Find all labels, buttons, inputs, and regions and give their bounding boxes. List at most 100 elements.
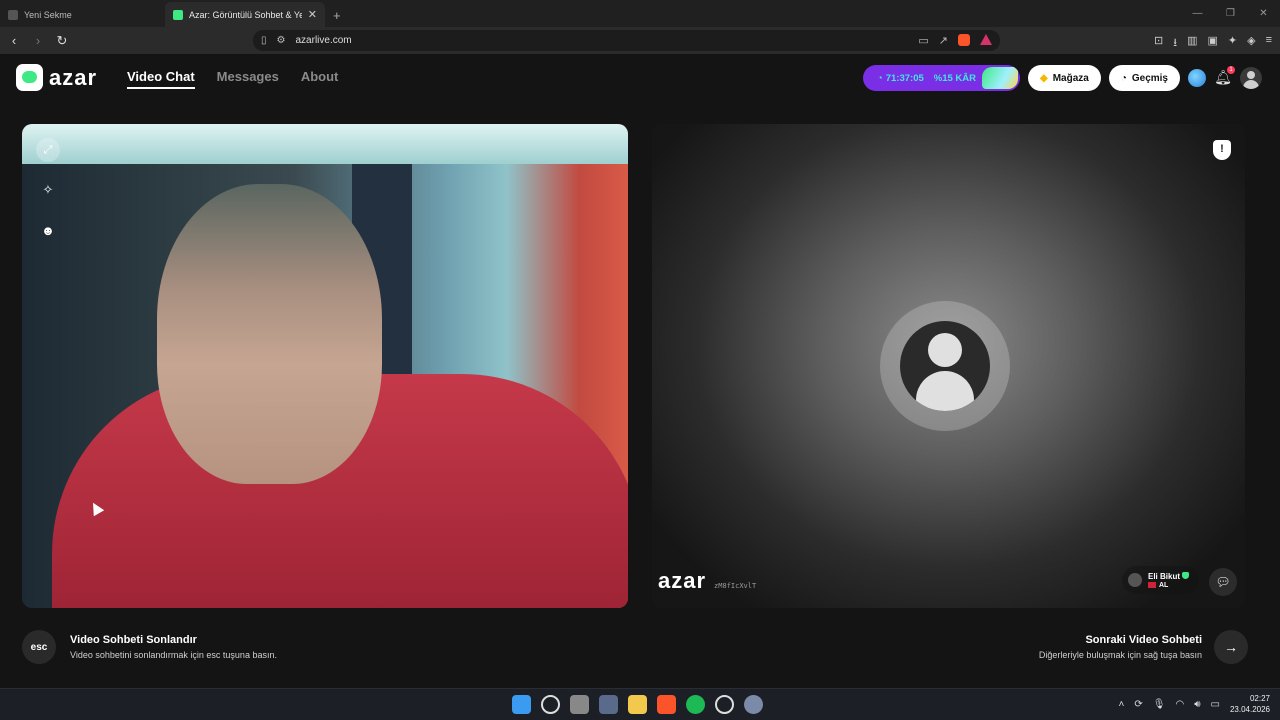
tab-title: Azar: Görüntülü Sohbet & Yer (189, 9, 302, 20)
gem-icon (981, 67, 1018, 89)
browser-toolbar: ‹ › ↻ ▯ ⚙ azarlive.com ▭ ↗ ⊡ ⭳ ▥ ▣ ✦ ◈ ≡ (0, 27, 1280, 54)
notification-bell-icon[interactable]: 🔔︎ 1 (1214, 66, 1235, 87)
reload-icon[interactable]: ↻ (52, 33, 72, 49)
next-chat-control: Sonraki Video Sohbeti Diğerleriyle buluş… (1039, 630, 1248, 664)
promo-timer: 71:37:05 (885, 72, 924, 84)
address-bar-actions: ▭ ↗ (918, 34, 992, 47)
notification-badge: 1 (1227, 66, 1235, 74)
battery-icon[interactable]: ▭ (1211, 699, 1220, 710)
store-label: Mağaza (1052, 72, 1089, 84)
volume-icon[interactable]: 🔊︎ (1194, 699, 1200, 710)
chat-bubble-icon[interactable]: 💬︎ (1209, 568, 1237, 596)
next-chat-hint: Diğerleriyle buluşmak için sağ tuşa bası… (1038, 650, 1202, 660)
magic-wand-icon[interactable]: ✧ (36, 178, 60, 202)
bookmark-icon[interactable]: ▯ (261, 35, 267, 46)
chevron-up-icon[interactable]: ˄ (1119, 699, 1125, 710)
wallet-icon[interactable]: ▣ (1207, 34, 1217, 53)
task-view-icon[interactable] (570, 695, 589, 714)
brave-rewards-icon[interactable] (980, 34, 992, 45)
history-button[interactable]: ◔ Geçmiş (1108, 65, 1180, 91)
store-button[interactable]: ◆ Mağaza (1027, 65, 1101, 91)
video-frame-subject (157, 184, 382, 484)
nav-about[interactable]: About (301, 69, 339, 89)
profile-avatar[interactable] (1240, 67, 1262, 89)
esc-button[interactable]: esc (22, 630, 56, 664)
file-explorer-icon[interactable] (628, 695, 647, 714)
sidebar-icon[interactable]: ▥ (1187, 34, 1197, 53)
address-bar[interactable]: ▯ ⚙ azarlive.com ▭ ↗ (253, 30, 1000, 51)
next-arrow-button[interactable]: → (1214, 630, 1248, 664)
new-tab-icon[interactable]: + (325, 8, 349, 27)
peer-info-tag[interactable]: Eli Bikut AL (1121, 566, 1199, 594)
search-icon[interactable] (541, 695, 560, 714)
forward-icon[interactable]: › (28, 33, 48, 48)
windows-start-icon[interactable] (512, 695, 531, 714)
site-info-icon[interactable]: ⚙ (277, 35, 286, 46)
store-app-icon[interactable] (599, 695, 618, 714)
wifi-icon[interactable]: ◠ (1175, 699, 1184, 710)
clock-date: 23.04.2026 (1229, 705, 1270, 714)
spotify-icon[interactable] (686, 695, 705, 714)
close-window-icon[interactable]: ✕ (1247, 0, 1280, 27)
system-tray: ˄ ⟳ 🎙︎ ◠ 🔊︎ ▭ 02:27 23.04.2026 (1119, 693, 1270, 715)
url-text[interactable]: azarlive.com (295, 35, 351, 46)
nav-video-chat[interactable]: Video Chat (127, 69, 195, 89)
browser-tab[interactable]: Yeni Sekme (0, 2, 165, 27)
end-chat-hint: Video sohbetini sonlandırmak için esc tu… (70, 650, 277, 660)
main-nav: Video Chat Messages About (127, 69, 338, 89)
flag-icon (1147, 582, 1156, 588)
peer-video: ! azar zM8fIcXvlT Eli Bikut AL 💬︎ (652, 124, 1245, 608)
browser-tabbar: Yeni Sekme Azar: Görüntülü Sohbet & Yer … (0, 0, 1280, 27)
shield-icon (8, 9, 18, 20)
brave-shields-icon[interactable] (958, 34, 970, 46)
sync-icon[interactable]: ⟳ (1134, 699, 1142, 710)
gems-coin-icon[interactable] (1188, 69, 1206, 87)
history-icon: ◔ (1120, 72, 1127, 84)
session-id: zM8fIcXvlT (714, 582, 757, 590)
window-controls: — ❐ ✕ (1181, 0, 1280, 27)
next-chat-title: Sonraki Video Sohbeti (1085, 634, 1202, 646)
peer-mini-avatar (1127, 573, 1142, 587)
promo-offer: %15 KÂR (933, 72, 977, 84)
leo-ai-icon[interactable]: ✦ (1228, 34, 1237, 53)
cast-icon[interactable]: ▭ (918, 34, 928, 47)
clock-time: 02:27 (1249, 694, 1270, 703)
camera-controls: ⤢ ✧ ☻ (36, 138, 60, 242)
brave-browser-icon[interactable] (657, 695, 676, 714)
system-clock[interactable]: 02:27 23.04.2026 (1230, 693, 1270, 715)
clock-icon: ◔ (876, 72, 883, 84)
minimize-icon[interactable]: — (1181, 0, 1214, 27)
peer-country: AL (1158, 581, 1169, 589)
watermark-logo: azar (658, 568, 707, 593)
download-icon[interactable]: ⭳ (1173, 34, 1177, 53)
screenshot-icon[interactable]: ⊡ (1154, 34, 1163, 53)
promo-banner[interactable]: ◔ 71:37:05 %15 KÂR (862, 65, 1020, 91)
face-filter-icon[interactable]: ☻ (36, 218, 60, 242)
vpn-icon[interactable]: ◈ (1247, 34, 1255, 53)
peer-avatar-placeholder (880, 301, 1010, 431)
windows-taskbar: ˄ ⟳ 🎙︎ ◠ 🔊︎ ▭ 02:27 23.04.2026 (0, 688, 1280, 720)
verified-icon (1182, 571, 1189, 579)
chatgpt-icon[interactable] (715, 695, 734, 714)
microphone-icon[interactable]: 🎙︎ (1153, 699, 1166, 710)
azar-logo[interactable]: azar (16, 64, 97, 91)
azar-watermark: azar zM8fIcXvlT (658, 568, 756, 594)
report-icon[interactable]: ! (1213, 140, 1231, 160)
peer-name: Eli Bikut (1147, 571, 1180, 581)
end-chat-control: esc Video Sohbeti Sonlandır Video sohbet… (22, 630, 277, 664)
restore-icon[interactable]: ❐ (1214, 0, 1247, 27)
header-actions: ◔ 71:37:05 %15 KÂR ◆ Mağaza ◔ Geçmiş 🔔︎ … (862, 65, 1262, 91)
azar-app: azar Video Chat Messages About ◔ 71:37:0… (0, 54, 1280, 688)
browser-tab-active[interactable]: Azar: Görüntülü Sohbet & Yer ✕ (165, 2, 325, 27)
back-icon[interactable]: ‹ (4, 33, 24, 48)
end-chat-title: Video Sohbeti Sonlandır (70, 634, 197, 646)
nav-messages[interactable]: Messages (217, 69, 279, 89)
diamond-icon: ◆ (1039, 72, 1048, 84)
share-icon[interactable]: ↗ (939, 34, 948, 47)
my-camera-video: ⤢ ✧ ☻ (22, 124, 628, 608)
settings-icon[interactable] (744, 695, 763, 714)
menu-icon[interactable]: ≡ (1266, 34, 1272, 53)
expand-icon[interactable]: ⤢ (36, 138, 60, 162)
close-tab-icon[interactable]: ✕ (308, 8, 317, 21)
history-label: Geçmiş (1131, 72, 1168, 84)
